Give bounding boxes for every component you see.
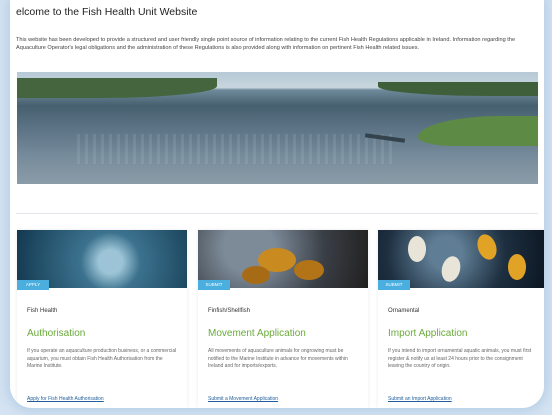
card-movement-application[interactable]: SUBMIT Finfish/Shellfish Movement Applic… [198,230,368,408]
card-heading[interactable]: Authorisation [27,328,85,339]
intro-text: This website has been developed to provi… [16,36,516,51]
section-divider [16,213,538,214]
fish-farm-cages [77,134,397,164]
submit-import-link[interactable]: Submit an Import Application [388,396,452,402]
card-category: Fish Health [27,308,58,314]
fish [438,254,464,284]
hill-left [17,78,217,98]
card-heading[interactable]: Import Application [388,328,468,339]
hero-image [17,72,538,184]
mussel-shell [294,260,324,280]
card-tag[interactable]: APPLY [17,280,49,290]
card-tag[interactable]: SUBMIT [198,280,230,290]
card-description: If you intend to import ornamental aquat… [388,348,532,369]
card-category: Ornamental [388,308,420,314]
mussel-shell [242,266,270,284]
fish [508,254,526,280]
fish [474,231,500,263]
browser-frame: elcome to the Fish Health Unit Website T… [10,0,544,408]
hill-right [378,82,538,96]
submit-movement-link[interactable]: Submit a Movement Application [208,396,278,402]
card-authorisation[interactable]: APPLY Fish Health Authorisation If you o… [17,230,187,408]
fish [408,236,426,262]
card-tag[interactable]: SUBMIT [378,280,410,290]
card-description: If you operate an aquaculture production… [27,348,177,369]
card-heading[interactable]: Movement Application [208,328,306,339]
card-category: Finfish/Shellfish [208,308,251,314]
apply-authorisation-link[interactable]: Apply for Fish Health Authorisation [27,396,104,402]
card-import-application[interactable]: SUBMIT Ornamental Import Application If … [378,230,544,408]
shore-land [418,116,538,146]
card-description: All movements of aquaculture animals for… [208,348,348,369]
page-title: elcome to the Fish Health Unit Website [16,6,198,18]
